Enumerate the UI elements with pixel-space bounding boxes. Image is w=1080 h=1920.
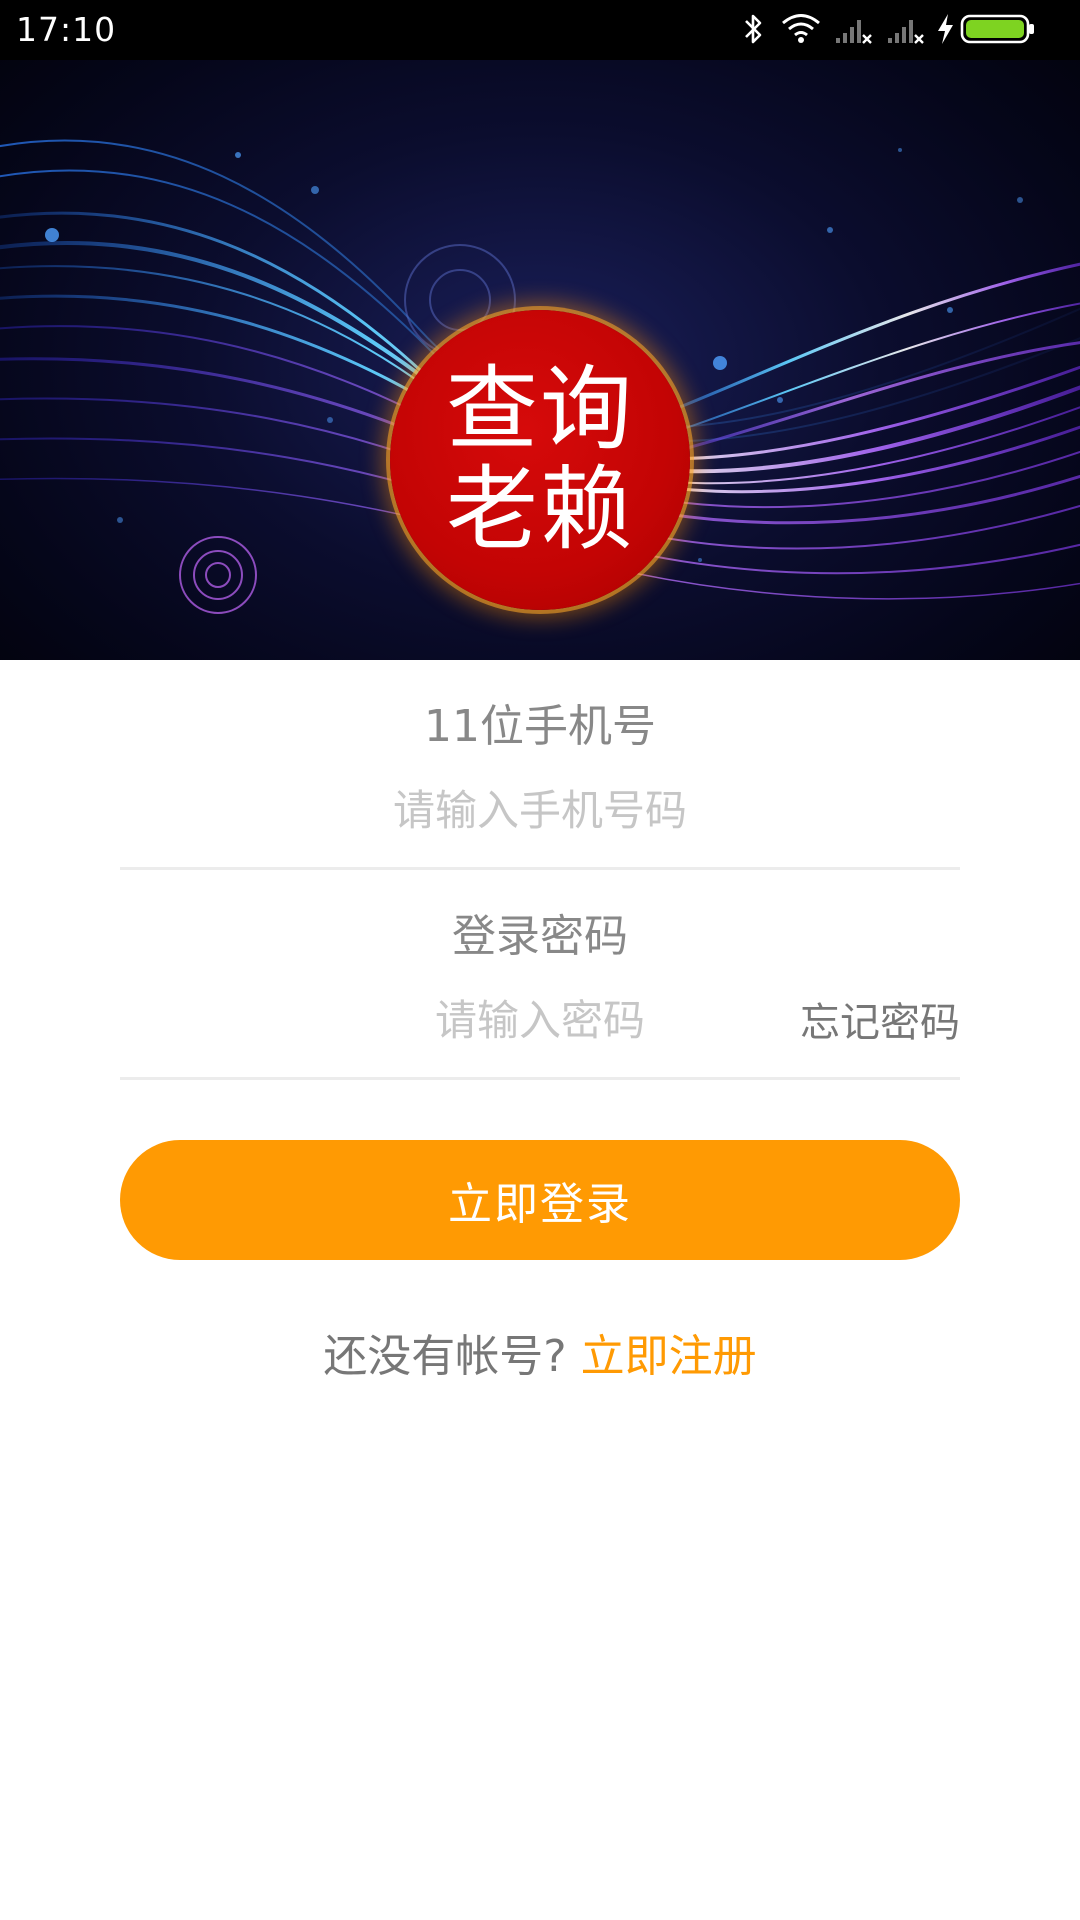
status-time: 17:10 bbox=[16, 10, 117, 49]
logo-text-line2: 老赖 bbox=[445, 456, 634, 563]
wifi-icon bbox=[782, 14, 820, 43]
logo-text-line1: 查询 bbox=[445, 356, 634, 463]
forgot-password-link[interactable]: 忘记密码 bbox=[800, 990, 960, 1048]
charging-icon bbox=[938, 14, 953, 44]
register-row: 还没有帐号? 立即注册 bbox=[0, 1320, 1080, 1384]
status-bar: 17:10 bbox=[0, 0, 1080, 60]
login-button[interactable]: 立即登录 bbox=[120, 1140, 960, 1260]
app-logo: 查询 老赖 bbox=[390, 310, 690, 610]
bluetooth-icon bbox=[745, 14, 762, 44]
phone-input[interactable] bbox=[120, 775, 960, 845]
register-link[interactable]: 立即注册 bbox=[581, 1331, 757, 1382]
battery-icon bbox=[960, 14, 1034, 44]
signal-icon bbox=[888, 20, 924, 44]
register-prompt: 还没有帐号? bbox=[323, 1331, 567, 1382]
phone-label: 11位手机号 bbox=[424, 701, 656, 752]
signal-icon bbox=[836, 20, 872, 44]
phone-divider bbox=[120, 867, 960, 870]
password-label: 登录密码 bbox=[452, 911, 628, 962]
login-screen: 17:10 查询 老赖 11位手机号 请输入手机号码 登录密码 忘记密码 立即登… bbox=[0, 0, 1080, 1920]
password-divider bbox=[120, 1077, 960, 1080]
